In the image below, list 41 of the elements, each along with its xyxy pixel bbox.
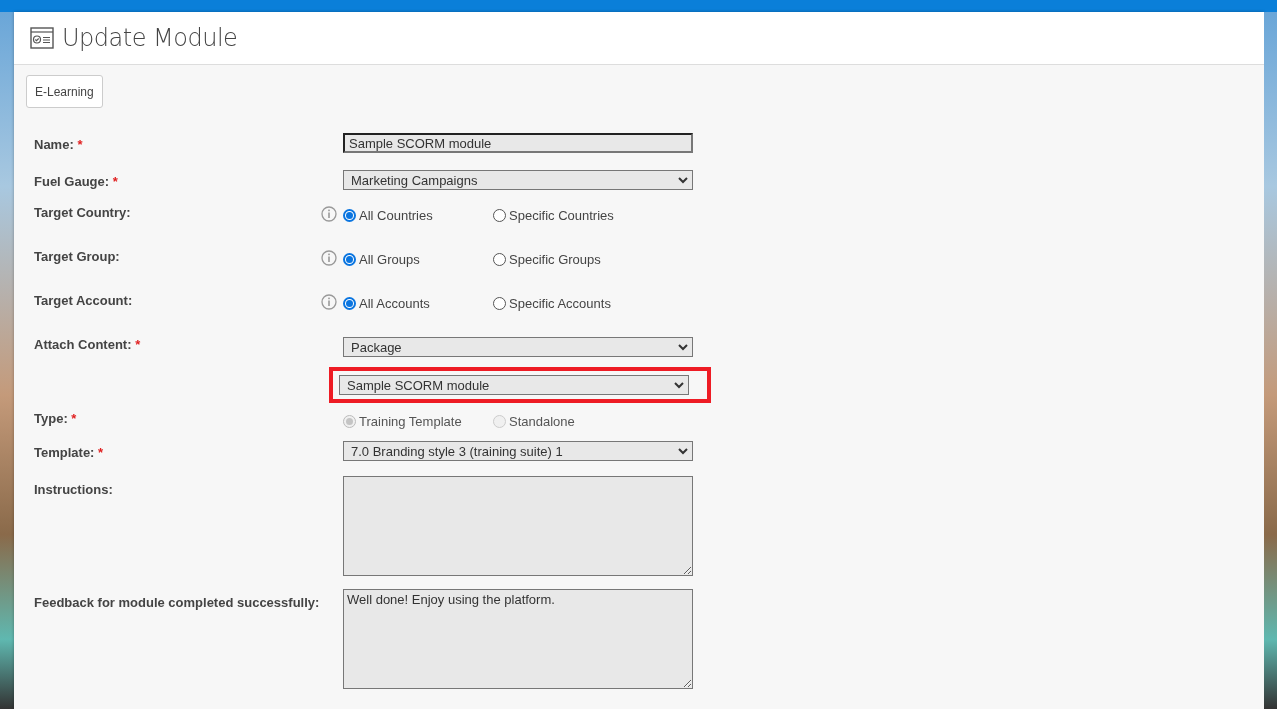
radio-button[interactable]	[343, 297, 356, 310]
field-label: Target Account:	[34, 293, 134, 308]
category-button[interactable]: E-Learning	[26, 75, 103, 108]
dropdown[interactable]: 7.0 Branding style 3 (training suite) 1	[343, 441, 693, 461]
radio-label: All Accounts	[359, 296, 430, 311]
field-label: Target Country:	[34, 205, 132, 220]
chevron-down-icon	[678, 447, 688, 455]
page-title: Update Module	[62, 24, 238, 52]
module-icon	[30, 27, 54, 49]
info-icon[interactable]	[321, 250, 337, 266]
field-label: Attach Content: *	[34, 337, 142, 352]
dropdown[interactable]: Package	[343, 337, 693, 357]
info-icon[interactable]	[321, 294, 337, 310]
chevron-down-icon	[678, 343, 688, 351]
text-area[interactable]	[343, 476, 693, 576]
field-label: Target Group:	[34, 249, 121, 264]
field-label: Name: *	[34, 136, 84, 152]
radio-button[interactable]	[493, 209, 506, 222]
radio-label: Specific Groups	[509, 252, 601, 267]
chevron-down-icon	[678, 176, 688, 184]
field-label: Instructions:	[34, 481, 114, 497]
dropdown[interactable]: Marketing Campaigns	[343, 170, 693, 190]
radio-label: Training Template	[359, 414, 462, 429]
input-field[interactable]: Sample SCORM module	[343, 133, 693, 153]
radio-label: All Countries	[359, 208, 433, 223]
radio-label: Specific Countries	[509, 208, 614, 223]
field-label: Template: *	[34, 444, 105, 460]
field-label: Feedback for module completed successfully:	[34, 594, 321, 610]
radio-label: All Groups	[359, 252, 420, 267]
radio-button[interactable]	[493, 253, 506, 266]
radio-label: Standalone	[509, 414, 575, 429]
radio-button[interactable]	[493, 297, 506, 310]
info-icon[interactable]	[321, 206, 337, 222]
field-label: Type: *	[34, 411, 78, 426]
field-label: Fuel Gauge: *	[34, 173, 119, 189]
dropdown[interactable]: Sample SCORM module	[339, 375, 689, 395]
text-area[interactable]: Well done! Enjoy using the platform.	[343, 589, 693, 689]
radio-button[interactable]	[343, 253, 356, 266]
chevron-down-icon	[674, 381, 684, 389]
radio-button[interactable]	[343, 209, 356, 222]
radio-label: Specific Accounts	[509, 296, 611, 311]
